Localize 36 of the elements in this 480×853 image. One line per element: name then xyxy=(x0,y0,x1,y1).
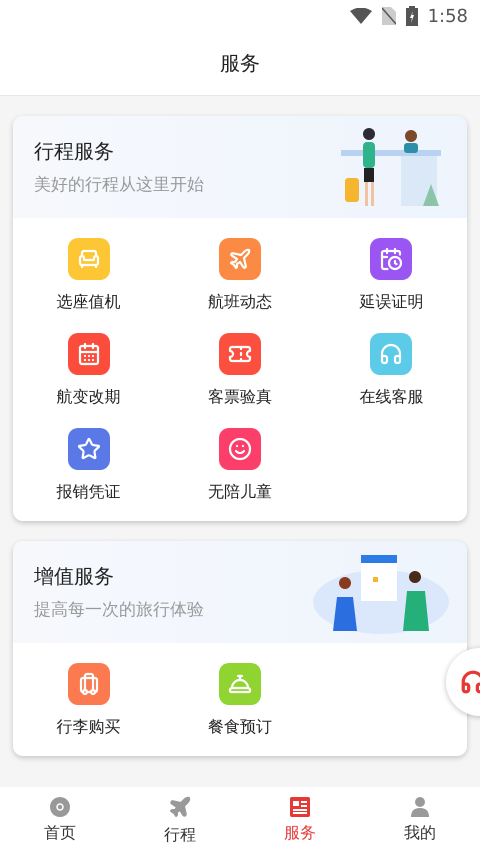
service-item[interactable]: 无陪儿童 xyxy=(164,428,316,503)
serving-bell-icon xyxy=(228,672,252,696)
status-time: 1:58 xyxy=(428,6,468,26)
headset-icon xyxy=(379,342,404,366)
smiley-icon xyxy=(228,437,252,461)
service-item[interactable]: 行李购买 xyxy=(13,663,164,738)
nav-tab[interactable]: 行程 xyxy=(120,787,240,853)
service-item[interactable]: 客票验真 xyxy=(164,333,316,408)
card-title: 行程服务 xyxy=(34,138,115,165)
nav-tab[interactable]: 我的 xyxy=(360,787,480,853)
calendar-clock-icon xyxy=(379,247,404,271)
card-subtitle: 提高每一次的旅行体验 xyxy=(34,599,204,621)
seat-icon xyxy=(76,247,101,271)
no-sim-icon xyxy=(382,7,396,25)
headset-icon xyxy=(460,669,480,695)
wifi-icon xyxy=(350,8,372,24)
plane-icon xyxy=(228,247,252,271)
calendar-icon xyxy=(76,342,101,366)
user-icon xyxy=(411,796,429,816)
nav-tab[interactable]: 首页 xyxy=(0,787,120,853)
service-item[interactable]: 航变改期 xyxy=(13,333,164,408)
service-item[interactable]: 航班动态 xyxy=(164,238,316,313)
nav-tab[interactable]: 服务 xyxy=(240,787,360,853)
service-item[interactable]: 选座值机 xyxy=(13,238,164,313)
service-item[interactable]: 延误证明 xyxy=(316,238,467,313)
star-icon xyxy=(76,437,101,461)
battery-icon xyxy=(406,6,418,26)
card-subtitle: 美好的行程从这里开始 xyxy=(34,174,204,196)
plane-icon xyxy=(168,794,192,818)
service-item[interactable]: 报销凭证 xyxy=(13,428,164,503)
card-title: 增值服务 xyxy=(34,563,115,590)
service-item[interactable]: 餐食预订 xyxy=(164,663,316,738)
disc-icon xyxy=(50,796,70,816)
news-icon xyxy=(290,796,310,816)
service-item[interactable]: 在线客服 xyxy=(316,333,467,408)
page-title: 服务 xyxy=(220,50,260,77)
